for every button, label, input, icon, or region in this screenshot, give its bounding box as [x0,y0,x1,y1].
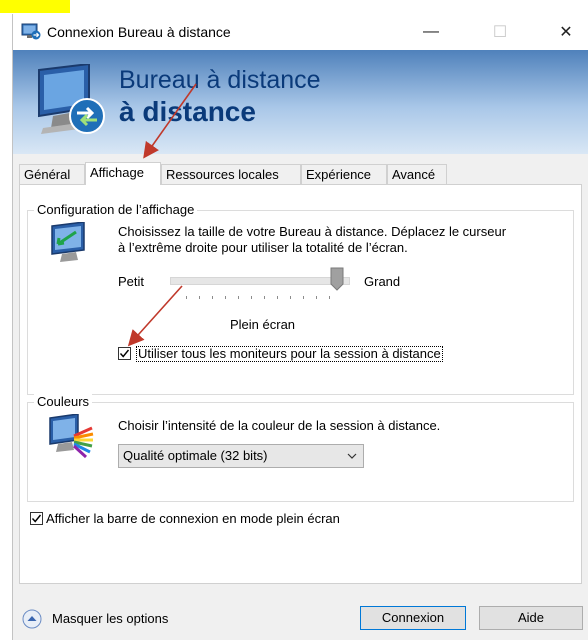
resolution-slider-thumb[interactable] [330,267,344,291]
tab-avance[interactable]: Avancé [387,164,447,184]
minimize-button[interactable]: — [408,14,454,50]
banner: Bureau à distance à distance [13,50,588,154]
close-icon: ✕ [559,24,573,41]
slider-value-label: Plein écran [230,317,296,332]
connect-button[interactable]: Connexion [360,606,466,630]
resolution-slider-track[interactable] [170,277,350,285]
rdp-window: Connexion Bureau à distance — ☐ ✕ Bureau… [12,14,588,640]
minimize-icon: — [423,23,439,40]
slider-max-label: Grand [364,274,401,289]
hide-options-label[interactable]: Masquer les options [52,611,168,626]
all-monitors-label[interactable]: Utiliser tous les moniteurs pour la sess… [136,346,443,362]
checkmark-icon [119,349,130,358]
colors-description: Choisir l’intensité de la couleur de la … [118,418,441,433]
close-button[interactable]: ✕ [543,14,588,50]
title-bar: Connexion Bureau à distance — ☐ ✕ [13,14,588,50]
checkmark-icon [31,514,42,523]
tab-general[interactable]: Général [19,164,85,184]
hide-options-icon[interactable] [22,609,42,629]
highlight-mark [0,0,70,13]
color-depth-value: Qualité optimale (32 bits) [123,448,268,463]
banner-title: Bureau à distance [119,66,321,94]
colors-title: Couleurs [34,394,93,409]
window-title: Connexion Bureau à distance [47,24,231,40]
remote-desktop-app-icon [21,23,41,40]
maximize-button[interactable]: ☐ [477,14,523,50]
slider-min-label: Petit [118,274,145,289]
all-monitors-checkbox[interactable] [118,347,131,360]
help-button[interactable]: Aide [479,606,583,630]
tab-affichage[interactable]: Affichage [85,162,161,185]
banner-subtitle: à distance [119,96,256,127]
color-depth-select[interactable]: Qualité optimale (32 bits) [118,444,364,468]
remote-desktop-logo-icon [38,64,105,134]
colors-palette-icon [49,414,94,459]
connection-bar-checkbox[interactable] [30,512,43,525]
left-margin [0,14,12,640]
top-strip [0,0,588,14]
tab-experience[interactable]: Expérience [301,164,387,184]
maximize-icon: ☐ [492,24,508,41]
chevron-down-icon [347,453,357,459]
display-description: Choisissez la taille de votre Bureau à d… [118,224,507,255]
monitor-display-icon [51,222,85,262]
tab-ressources-locales[interactable]: Ressources locales [161,164,301,184]
display-config-title: Configuration de l’affichage [34,202,198,217]
connection-bar-label[interactable]: Afficher la barre de connexion en mode p… [46,511,340,526]
slider-ticks [186,296,336,299]
